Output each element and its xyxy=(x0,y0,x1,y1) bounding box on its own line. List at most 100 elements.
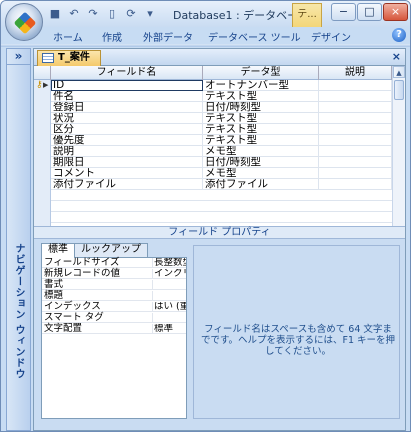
table-row[interactable]: 期限日 日付/時刻型 xyxy=(34,157,392,168)
row-selector[interactable] xyxy=(34,190,51,201)
field-name-cell[interactable]: 状況 xyxy=(51,113,203,124)
navigation-pane[interactable]: » ナビゲーション ウィンドウ xyxy=(6,48,31,431)
property-value[interactable] xyxy=(152,280,186,290)
property-row[interactable]: 標題 xyxy=(42,291,186,301)
office-logo-icon xyxy=(13,11,37,35)
property-row[interactable]: 新規レコードの値 インクリメ xyxy=(42,269,186,279)
description-cell[interactable] xyxy=(319,102,392,113)
field-name-cell[interactable]: 優先度 xyxy=(51,135,203,146)
property-row[interactable]: 文字配置 標準 xyxy=(42,324,186,334)
property-value[interactable]: 長整数型 xyxy=(152,258,186,268)
row-selector[interactable] xyxy=(34,168,51,179)
scroll-up-icon[interactable]: ▲ xyxy=(393,66,405,78)
refresh-icon[interactable]: ⟳ xyxy=(123,6,139,22)
field-name-cell[interactable]: 添付ファイル xyxy=(51,179,203,190)
document-tab-t-anken[interactable]: T_案件 xyxy=(37,50,101,66)
row-selector[interactable] xyxy=(34,179,51,190)
field-name-cell[interactable]: コメント xyxy=(51,168,203,179)
table-row[interactable]: 区分 テキスト型 xyxy=(34,124,392,135)
description-cell[interactable] xyxy=(319,91,392,102)
description-cell[interactable] xyxy=(319,135,392,146)
description-cell[interactable] xyxy=(319,80,392,91)
field-name-cell[interactable]: 区分 xyxy=(51,124,203,135)
property-value[interactable]: インクリメ xyxy=(152,269,186,279)
save-icon[interactable]: ■ xyxy=(47,6,63,22)
scroll-thumb[interactable] xyxy=(394,80,404,100)
customize-toolbar-icon[interactable]: ▾ xyxy=(142,6,158,22)
field-name-cell[interactable]: 説明 xyxy=(51,146,203,157)
help-icon[interactable]: ? xyxy=(392,28,406,42)
redo-icon[interactable]: ↷ xyxy=(85,6,101,22)
vertical-scrollbar[interactable]: ▲ ▼ xyxy=(392,66,405,244)
office-button[interactable] xyxy=(5,3,43,41)
table-row[interactable]: 優先度 テキスト型 xyxy=(34,135,392,146)
data-type-cell[interactable]: オートナンバー型 xyxy=(203,80,319,91)
description-cell[interactable] xyxy=(319,113,392,124)
row-selector[interactable] xyxy=(34,91,51,102)
description-cell[interactable] xyxy=(319,124,392,135)
table-row[interactable]: コメント メモ型 xyxy=(34,168,392,179)
field-name-cell[interactable]: 登録日 xyxy=(51,102,203,113)
table-row[interactable]: 説明 メモ型 xyxy=(34,146,392,157)
new-document-icon[interactable]: ▯ xyxy=(104,6,120,22)
empty-row[interactable] xyxy=(34,201,392,212)
minimize-button[interactable]: − xyxy=(331,3,356,21)
empty-row[interactable] xyxy=(34,212,392,223)
data-type-cell[interactable]: 添付ファイル xyxy=(203,179,319,190)
data-type-cell[interactable]: テキスト型 xyxy=(203,113,319,124)
close-button[interactable]: × xyxy=(383,3,408,21)
window-controls: − □ × xyxy=(331,3,408,21)
maximize-button[interactable]: □ xyxy=(357,3,382,21)
data-type-cell[interactable]: テキスト型 xyxy=(203,135,319,146)
data-type-cell[interactable]: テキスト型 xyxy=(203,91,319,102)
property-value[interactable]: はい (重 xyxy=(152,302,186,312)
table-row[interactable]: 登録日 日付/時刻型 xyxy=(34,102,392,113)
table-row[interactable]: 件名 テキスト型 xyxy=(34,91,392,102)
tab-general[interactable]: 標準 xyxy=(41,243,75,258)
property-row[interactable]: フィールドサイズ 長整数型 xyxy=(42,258,186,268)
data-type-cell[interactable]: メモ型 xyxy=(203,168,319,179)
document-tab-label: T_案件 xyxy=(58,52,90,63)
property-row[interactable]: 書式 xyxy=(42,280,186,290)
table-row[interactable]: ⚷ ▶ ID オートナンバー型 xyxy=(34,80,392,91)
row-selector[interactable] xyxy=(34,124,51,135)
row-selector[interactable] xyxy=(34,146,51,157)
empty-row[interactable] xyxy=(34,190,392,201)
row-selector[interactable] xyxy=(34,201,51,212)
row-selector[interactable] xyxy=(34,113,51,124)
tab-home[interactable]: ホーム xyxy=(53,29,83,44)
field-name-cell[interactable]: 件名 xyxy=(51,91,203,102)
property-row[interactable]: スマート タグ xyxy=(42,313,186,323)
table-row[interactable]: 状況 テキスト型 xyxy=(34,113,392,124)
field-name-cell[interactable]: ID xyxy=(51,80,203,91)
property-list: フィールドサイズ 長整数型新規レコードの値 インクリメ書式標題インデックス はい (重… xyxy=(41,257,187,419)
row-selector[interactable] xyxy=(34,135,51,146)
row-selector[interactable] xyxy=(34,157,51,168)
data-type-cell[interactable]: テキスト型 xyxy=(203,124,319,135)
expand-nav-icon[interactable]: » xyxy=(7,49,30,65)
undo-icon[interactable]: ↶ xyxy=(66,6,82,22)
data-type-cell[interactable]: 日付/時刻型 xyxy=(203,157,319,168)
description-cell[interactable] xyxy=(319,157,392,168)
property-row[interactable]: インデックス はい (重 xyxy=(42,302,186,312)
tab-design[interactable]: デザイン xyxy=(311,29,351,44)
data-type-cell[interactable]: 日付/時刻型 xyxy=(203,102,319,113)
row-selector[interactable] xyxy=(34,102,51,113)
tab-create[interactable]: 作成 xyxy=(102,29,122,44)
tab-lookup[interactable]: ルックアップ xyxy=(74,243,148,257)
property-value[interactable]: 標準 xyxy=(152,324,186,334)
description-cell[interactable] xyxy=(319,179,392,190)
row-selector[interactable] xyxy=(34,212,51,223)
property-value[interactable] xyxy=(152,291,186,301)
property-value[interactable] xyxy=(152,313,186,323)
close-document-icon[interactable]: × xyxy=(392,50,401,63)
description-cell[interactable] xyxy=(319,146,392,157)
description-cell[interactable] xyxy=(319,168,392,179)
tab-database-tools[interactable]: データベース ツール xyxy=(208,29,301,44)
field-name-cell[interactable]: 期限日 xyxy=(51,157,203,168)
table-row[interactable]: 添付ファイル 添付ファイル xyxy=(34,179,392,190)
ribbon-tabs: ホーム 作成 外部データ データベース ツール デザイン ? xyxy=(1,27,410,44)
tab-external-data[interactable]: 外部データ xyxy=(143,29,193,44)
data-type-cell[interactable]: メモ型 xyxy=(203,146,319,157)
row-selector[interactable]: ⚷ ▶ xyxy=(34,80,51,91)
